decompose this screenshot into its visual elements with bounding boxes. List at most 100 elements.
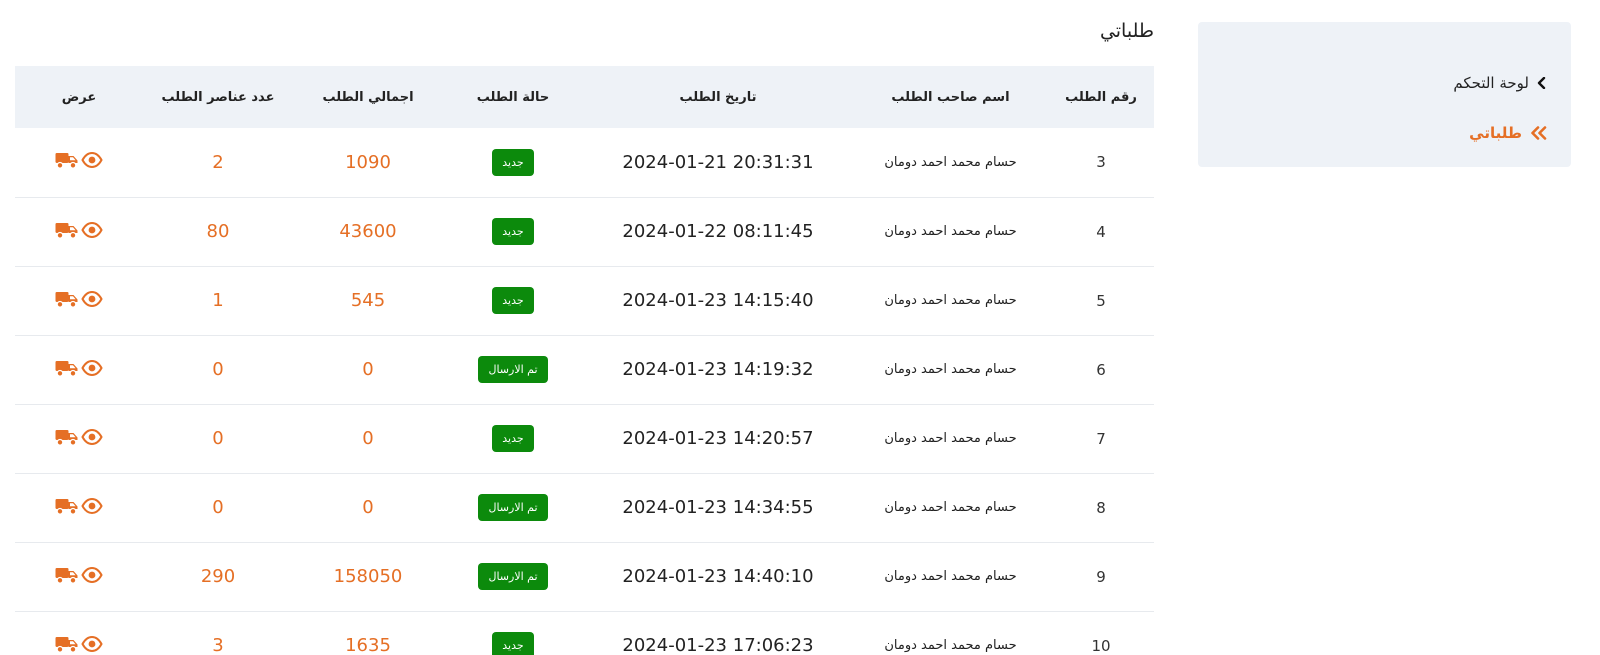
order-date: 2024-01-23 17:06:23 [583, 611, 853, 655]
eye-icon[interactable] [81, 290, 103, 307]
truck-icon[interactable] [55, 290, 79, 308]
order-status-cell: جديد [443, 611, 583, 655]
table-row: 10 حسام محمد احمد دومان 2024-01-23 17:06… [15, 611, 1154, 655]
status-badge: تم الارسال [478, 563, 548, 590]
page: لوحة التحكم طلباتي طلباتي رقم الطلب اسم … [0, 0, 1600, 655]
order-total: 43600 [293, 197, 443, 267]
order-items-count: 3 [143, 611, 293, 655]
order-status-cell: تم الارسال [443, 335, 583, 405]
order-total: 0 [293, 404, 443, 474]
order-number: 9 [1048, 542, 1154, 612]
order-owner: حسام محمد احمد دومان [853, 473, 1048, 543]
order-items-count: 0 [143, 404, 293, 474]
order-status-cell: تم الارسال [443, 542, 583, 612]
table-row: 7 حسام محمد احمد دومان 2024-01-23 14:20:… [15, 404, 1154, 474]
table-row: 5 حسام محمد احمد دومان 2024-01-23 14:15:… [15, 266, 1154, 336]
sidebar-item-label: طلباتي [1469, 124, 1522, 142]
order-owner: حسام محمد احمد دومان [853, 335, 1048, 405]
status-badge: تم الارسال [478, 494, 548, 521]
truck-icon[interactable] [55, 151, 79, 169]
order-date: 2024-01-23 14:19:32 [583, 335, 853, 405]
sidebar: لوحة التحكم طلباتي [1198, 22, 1571, 167]
order-action-group [55, 290, 103, 308]
status-badge: جديد [492, 218, 534, 245]
header-status: حالة الطلب [443, 66, 583, 128]
table-row: 4 حسام محمد احمد دومان 2024-01-22 08:11:… [15, 197, 1154, 267]
status-badge: جديد [492, 632, 534, 655]
eye-icon[interactable] [81, 428, 103, 445]
eye-icon[interactable] [81, 221, 103, 238]
order-items-count: 2 [143, 128, 293, 198]
header-order-no: رقم الطلب [1048, 66, 1154, 128]
truck-icon[interactable] [55, 566, 79, 584]
order-owner: حسام محمد احمد دومان [853, 611, 1048, 655]
order-total: 1635 [293, 611, 443, 655]
order-total: 0 [293, 335, 443, 405]
order-number: 8 [1048, 473, 1154, 543]
order-date: 2024-01-21 20:31:31 [583, 128, 853, 198]
truck-icon[interactable] [55, 359, 79, 377]
eye-icon[interactable] [81, 497, 103, 514]
double-chevron-left-icon [1530, 126, 1547, 140]
header-owner: اسم صاحب الطلب [853, 66, 1048, 128]
eye-icon[interactable] [81, 359, 103, 376]
status-badge: تم الارسال [478, 356, 548, 383]
order-number: 7 [1048, 404, 1154, 474]
table-row: 8 حسام محمد احمد دومان 2024-01-23 14:34:… [15, 473, 1154, 543]
truck-icon[interactable] [55, 428, 79, 446]
order-action-group [55, 151, 103, 169]
table-header-row: رقم الطلب اسم صاحب الطلب تاريخ الطلب حال… [15, 66, 1154, 128]
order-owner: حسام محمد احمد دومان [853, 197, 1048, 267]
order-date: 2024-01-23 14:40:10 [583, 542, 853, 612]
order-number: 3 [1048, 128, 1154, 198]
order-total: 1090 [293, 128, 443, 198]
order-status-cell: جديد [443, 197, 583, 267]
order-total: 158050 [293, 542, 443, 612]
order-items-count: 290 [143, 542, 293, 612]
order-owner: حسام محمد احمد دومان [853, 128, 1048, 198]
order-action-group [55, 359, 103, 377]
orders-table: رقم الطلب اسم صاحب الطلب تاريخ الطلب حال… [15, 66, 1154, 655]
truck-icon[interactable] [55, 497, 79, 515]
order-number: 5 [1048, 266, 1154, 336]
header-date: تاريخ الطلب [583, 66, 853, 128]
header-items: عدد عناصر الطلب [143, 66, 293, 128]
order-total: 545 [293, 266, 443, 336]
order-actions [15, 542, 143, 612]
eye-icon[interactable] [81, 152, 103, 169]
order-action-group [55, 497, 103, 515]
table-row: 6 حسام محمد احمد دومان 2024-01-23 14:19:… [15, 335, 1154, 405]
eye-icon[interactable] [81, 635, 103, 652]
table-row: 9 حسام محمد احمد دومان 2024-01-23 14:40:… [15, 542, 1154, 612]
order-actions [15, 128, 143, 198]
order-owner: حسام محمد احمد دومان [853, 404, 1048, 474]
sidebar-item-label: لوحة التحكم [1453, 74, 1529, 92]
order-owner: حسام محمد احمد دومان [853, 542, 1048, 612]
order-status-cell: جديد [443, 404, 583, 474]
order-date: 2024-01-23 14:15:40 [583, 266, 853, 336]
truck-icon[interactable] [55, 635, 79, 653]
order-actions [15, 266, 143, 336]
order-number: 10 [1048, 611, 1154, 655]
order-actions [15, 335, 143, 405]
status-badge: جديد [492, 287, 534, 314]
order-items-count: 0 [143, 335, 293, 405]
order-date: 2024-01-22 08:11:45 [583, 197, 853, 267]
orders-table-wrapper: رقم الطلب اسم صاحب الطلب تاريخ الطلب حال… [15, 66, 1154, 655]
order-actions [15, 404, 143, 474]
order-actions [15, 197, 143, 267]
order-number: 4 [1048, 197, 1154, 267]
eye-icon[interactable] [81, 566, 103, 583]
sidebar-item-dashboard[interactable]: لوحة التحكم [1453, 74, 1547, 92]
order-action-group [55, 221, 103, 239]
order-actions [15, 473, 143, 543]
order-items-count: 80 [143, 197, 293, 267]
order-status-cell: تم الارسال [443, 473, 583, 543]
sidebar-item-my-orders[interactable]: طلباتي [1469, 124, 1547, 142]
truck-icon[interactable] [55, 221, 79, 239]
order-action-group [55, 566, 103, 584]
order-action-group [55, 635, 103, 653]
order-items-count: 1 [143, 266, 293, 336]
status-badge: جديد [492, 148, 534, 176]
table-row: 3 حسام محمد احمد دومان 2024-01-21 20:31:… [15, 128, 1154, 198]
